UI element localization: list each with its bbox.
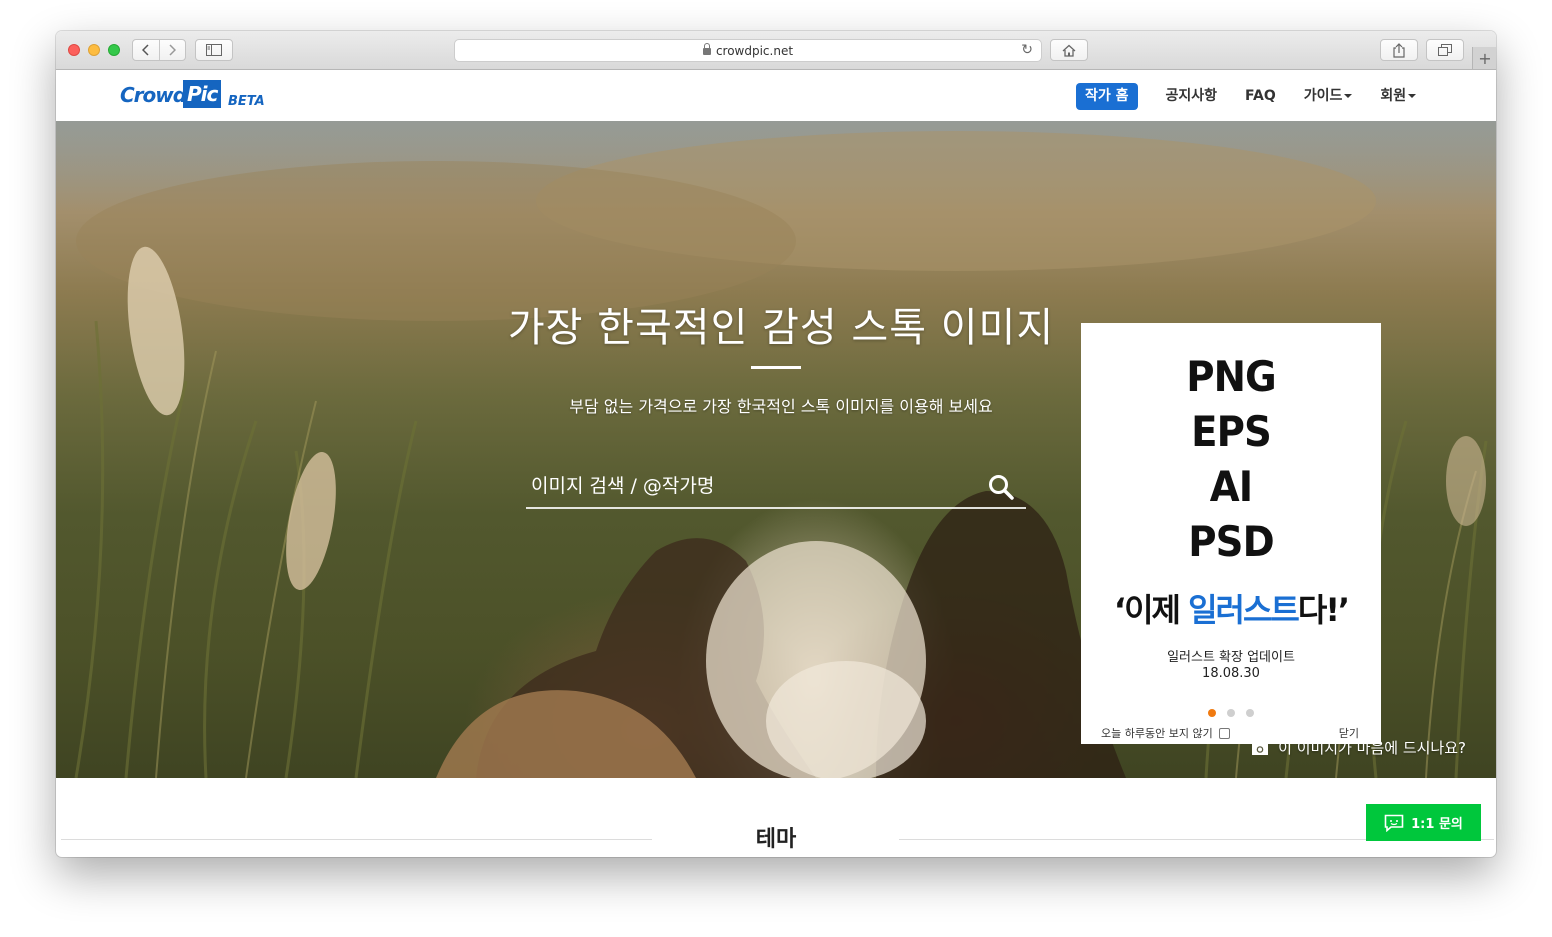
search-input[interactable]	[529, 466, 973, 506]
caret-down-icon	[1344, 94, 1353, 98]
hero-title: 가장 한국적인 감성 스톡 이미지	[507, 305, 1055, 351]
format-psd: PSD	[1188, 517, 1274, 566]
menu-item-guide[interactable]: 가이드	[1304, 83, 1353, 110]
carousel-dot[interactable]	[1227, 709, 1235, 717]
back-button[interactable]	[133, 44, 159, 56]
menu-item-author-home[interactable]: 작가 홈	[1076, 83, 1138, 110]
promo-update-text: 일러스트 확장 업데이트	[1167, 650, 1295, 665]
share-button[interactable]	[1380, 39, 1418, 61]
new-tab-button[interactable]: +	[1472, 47, 1496, 69]
caret-down-icon	[1408, 94, 1417, 98]
dont-show-checkbox[interactable]	[1218, 727, 1230, 739]
carousel-dot[interactable]	[1207, 709, 1216, 717]
section-title: 테마	[755, 827, 797, 852]
sidebar-toggle-button[interactable]	[195, 39, 233, 61]
hero-divider	[751, 366, 801, 369]
lock-icon	[702, 43, 711, 55]
promo-formats: PNG EPS AI PSD	[1081, 349, 1381, 569]
reload-icon[interactable]: ↻	[1021, 42, 1033, 58]
format-png: PNG	[1186, 352, 1277, 401]
zoom-window-button[interactable]	[108, 44, 120, 56]
hero-search	[526, 466, 1026, 509]
browser-toolbar: crowdpic.net ↻ +	[56, 31, 1496, 70]
logo-pic: Pic	[183, 80, 222, 108]
search-icon[interactable]	[988, 474, 1014, 500]
dont-show-label: 오늘 하루동안 보지 않기	[1101, 727, 1213, 740]
chat-button-label: 1:1 문의	[1411, 817, 1463, 832]
carousel-dot[interactable]	[1246, 709, 1255, 717]
promo-slogan: ‘이제 일러스트다!’	[1081, 585, 1381, 631]
close-window-button[interactable]	[68, 44, 80, 56]
logo-beta: BETA	[228, 94, 265, 109]
promo-update-date: 18.08.30	[1202, 666, 1260, 681]
popup-close-button[interactable]: 닫기	[1339, 725, 1359, 741]
browser-window: crowdpic.net ↻ + Crowd Pic BETA 작가 홈 공지사…	[56, 31, 1496, 857]
menu-item-faq[interactable]: FAQ	[1245, 83, 1276, 110]
section-divider-left	[61, 839, 652, 840]
forward-button[interactable]	[160, 44, 186, 56]
chevron-right-icon	[169, 44, 177, 56]
menu-item-notice[interactable]: 공지사항	[1166, 83, 1218, 110]
sidebar-icon	[206, 44, 222, 56]
chat-bubble-icon	[1384, 814, 1404, 832]
chat-inquiry-button[interactable]: 1:1 문의	[1366, 804, 1481, 841]
share-icon	[1393, 42, 1405, 58]
address-bar[interactable]: crowdpic.net ↻	[454, 39, 1042, 62]
home-button[interactable]	[1050, 39, 1088, 61]
url-text: crowdpic.net	[715, 43, 794, 58]
slogan-suffix: 다!’	[1297, 591, 1350, 629]
hero-banner: 가장 한국적인 감성 스톡 이미지 부담 없는 가격으로 가장 한국적인 스톡 …	[56, 121, 1496, 778]
main-menu: 작가 홈 공지사항 FAQ 가이드 회원	[1076, 83, 1444, 110]
menu-item-member-label: 회원	[1380, 88, 1407, 104]
home-icon	[1062, 44, 1076, 57]
logo-crowd: Crowd	[120, 83, 187, 107]
menu-item-member[interactable]: 회원	[1380, 83, 1417, 110]
history-nav	[132, 39, 186, 61]
chevron-left-icon	[141, 44, 149, 56]
format-eps: EPS	[1191, 407, 1272, 456]
slogan-prefix: ‘이제	[1113, 591, 1189, 629]
tab-overview-button[interactable]	[1426, 39, 1464, 61]
carousel-dots	[1081, 702, 1381, 721]
minimize-window-button[interactable]	[88, 44, 100, 56]
hero-subtitle: 부담 없는 가격으로 가장 한국적인 스톡 이미지를 이용해 보세요	[569, 397, 993, 416]
menu-item-guide-label: 가이드	[1303, 88, 1343, 104]
format-ai: AI	[1209, 462, 1253, 511]
slogan-highlight: 일러스트	[1188, 591, 1300, 629]
dont-show-today[interactable]: 오늘 하루동안 보지 않기	[1101, 725, 1230, 741]
tabs-icon	[1438, 44, 1452, 56]
promo-popup: PNG EPS AI PSD ‘이제 일러스트다!’ 일러스트 확장 업데이트 …	[1081, 323, 1381, 744]
site-header: Crowd Pic BETA 작가 홈 공지사항 FAQ 가이드 회원	[56, 70, 1496, 122]
